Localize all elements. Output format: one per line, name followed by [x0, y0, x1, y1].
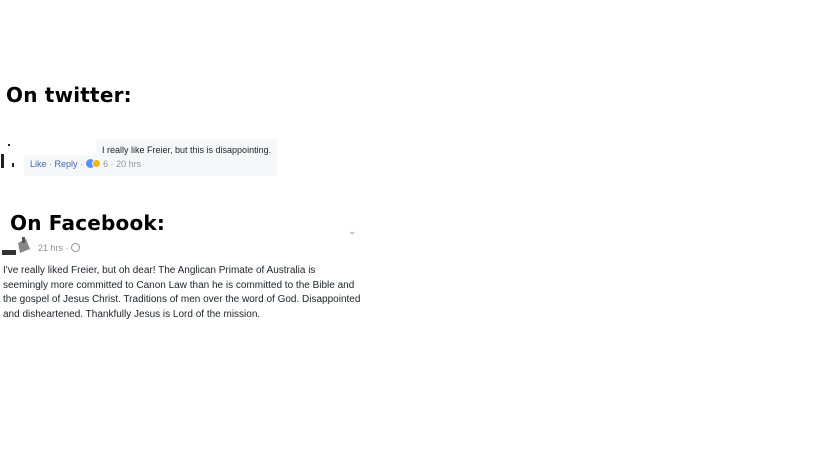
like-link[interactable]: Like — [30, 159, 47, 169]
post-meta: 21 hrs · — [38, 243, 81, 253]
comment-text: I really like Freier, but this is disapp… — [102, 145, 272, 155]
reply-link[interactable]: Reply — [55, 159, 78, 169]
separator: · — [80, 159, 84, 169]
post-time[interactable]: 21 hrs — [38, 243, 63, 253]
separator: · — [110, 159, 114, 169]
avatar[interactable] — [2, 233, 34, 257]
globe-icon — [71, 243, 81, 252]
love-reaction-icon — [91, 159, 101, 168]
post-text: I've really liked Freier, but oh dear! T… — [3, 265, 361, 320]
separator: · — [65, 243, 69, 253]
twitter-heading: On twitter: — [6, 83, 132, 107]
reactions[interactable]: 6 — [85, 159, 111, 169]
author-name-redacted — [38, 232, 88, 240]
comment-time[interactable]: 20 hrs — [116, 159, 141, 169]
twitter-comment: I really like Freier, but this is disapp… — [0, 139, 277, 176]
separator: · — [49, 159, 53, 169]
author-name-redacted — [20, 139, 96, 155]
comment-actions: Like · Reply · 6 · 20 hrs — [30, 159, 141, 169]
chevron-down-icon[interactable]: ⌄ — [348, 226, 356, 237]
reaction-count: 6 — [103, 159, 109, 169]
